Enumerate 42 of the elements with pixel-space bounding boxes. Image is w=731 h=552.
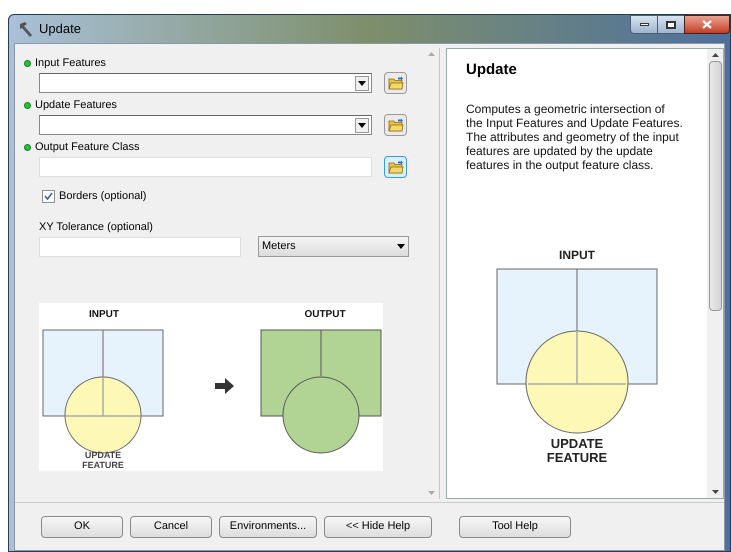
scroll-up-icon[interactable] bbox=[712, 53, 718, 57]
input-update-diagram: INPUT UPDATE FEATURE bbox=[492, 248, 662, 468]
scrollbar-thumb[interactable] bbox=[708, 61, 722, 311]
dropdown-field[interactable] bbox=[39, 115, 372, 135]
close-icon bbox=[702, 20, 712, 29]
maximize-button[interactable] bbox=[658, 15, 684, 34]
browse-button[interactable] bbox=[384, 114, 407, 136]
dialog-button[interactable]: Tool Help bbox=[459, 516, 571, 538]
xy-tolerance-label: XY Tolerance (optional) bbox=[39, 220, 154, 234]
dialog-button[interactable]: Environments... bbox=[219, 516, 317, 538]
xy-tolerance-field[interactable] bbox=[39, 236, 241, 256]
folder-icon bbox=[388, 118, 404, 132]
dropdown-arrow-icon bbox=[397, 244, 405, 249]
parameter-label: Output Feature Class bbox=[35, 140, 140, 155]
minimize-button[interactable] bbox=[630, 15, 658, 34]
minimize-icon bbox=[640, 23, 648, 26]
help-description: Computes a geometric intersection of the Input Features and Update Features. The attributes and geometry of the input features are updated by the update features in the output feature class. bbox=[466, 102, 683, 172]
browse-button[interactable] bbox=[384, 72, 407, 94]
text-field[interactable] bbox=[39, 157, 372, 177]
update-diagram: INPUT OUTPUT UPDATE FEATURE bbox=[39, 303, 383, 471]
folder-icon bbox=[388, 76, 404, 90]
help-scrollbar[interactable] bbox=[707, 49, 723, 498]
browse-button[interactable] bbox=[384, 156, 407, 178]
dropdown-arrow-icon bbox=[358, 122, 366, 128]
help-title: Update bbox=[466, 60, 518, 80]
hammer-icon bbox=[17, 21, 35, 37]
checkbox-label: Borders (optional) bbox=[59, 189, 146, 204]
parameter-label: Update Features bbox=[35, 98, 117, 113]
checkmark-icon bbox=[44, 192, 53, 200]
maximize-icon bbox=[666, 20, 676, 28]
dialog-button[interactable]: Cancel bbox=[130, 516, 212, 538]
dialog-button[interactable]: << Hide Help bbox=[324, 516, 432, 538]
close-button[interactable] bbox=[684, 15, 730, 34]
borders-checkbox[interactable] bbox=[42, 190, 55, 203]
window-title: Update bbox=[39, 20, 81, 38]
parameter-label: Input Features bbox=[35, 56, 106, 71]
unit-dropdown[interactable]: Meters bbox=[258, 236, 409, 257]
dropdown-arrow-icon bbox=[358, 80, 366, 86]
folder-icon bbox=[388, 160, 404, 174]
dropdown-field[interactable] bbox=[39, 73, 372, 93]
dialog-button[interactable]: OK bbox=[41, 516, 123, 538]
scroll-down-icon[interactable] bbox=[712, 490, 718, 494]
